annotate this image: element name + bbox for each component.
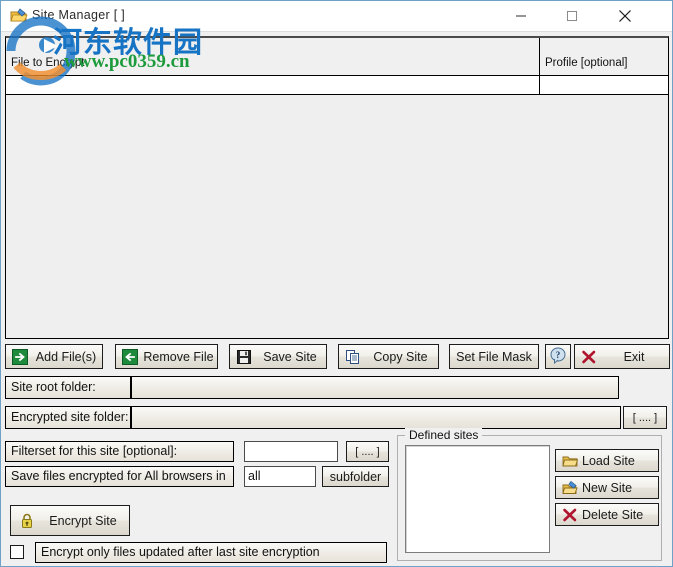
red-cross-icon [581, 349, 597, 365]
copy-site-button[interactable]: Copy Site [338, 344, 439, 369]
title-bar: Site Manager [ ] [1, 1, 672, 32]
load-site-label: Load Site [582, 453, 635, 468]
defined-sites-listbox[interactable] [405, 445, 550, 553]
column-header-file-to-encrypt[interactable]: File to Encrypt [6, 38, 539, 75]
row-column-divider [539, 76, 540, 94]
remove-file-button[interactable]: Remove File [115, 344, 218, 369]
file-list-empty-row[interactable] [6, 76, 668, 95]
minimize-icon [515, 15, 526, 16]
floppy-disk-icon [236, 349, 252, 365]
close-button[interactable] [602, 1, 647, 30]
filterset-label: Filterset for this site [optional]: [5, 441, 234, 462]
encrypt-site-button[interactable]: Encrypt Site [10, 505, 130, 536]
site-root-folder-label: Site root folder: [5, 376, 131, 399]
question-balloon-icon: ? [550, 347, 567, 367]
window-title: Site Manager [ ] [32, 8, 126, 22]
red-cross-icon [562, 507, 578, 523]
set-file-mask-button[interactable]: Set File Mask [449, 344, 539, 369]
browse-label: [ .... ] [355, 445, 380, 458]
load-site-button[interactable]: Load Site [555, 449, 659, 472]
delete-site-label: Delete Site [582, 507, 644, 522]
file-list-body[interactable] [6, 96, 668, 338]
folder-open-icon [562, 453, 579, 469]
maximize-icon [566, 10, 577, 21]
arrow-right-green-icon [12, 348, 28, 365]
minimize-button[interactable] [498, 1, 543, 30]
exit-button[interactable]: Exit [574, 344, 670, 369]
set-file-mask-label: Set File Mask [456, 349, 532, 364]
maximize-button[interactable] [549, 1, 594, 30]
browsers-subfolder-input[interactable]: all [244, 466, 316, 487]
close-icon [618, 9, 631, 22]
file-list[interactable]: File to Encrypt Profile [optional] [5, 36, 669, 339]
arrow-left-green-icon [122, 348, 138, 365]
save-for-browsers-label: Save files encrypted for All browsers in [5, 466, 234, 487]
encrypted-site-folder-label: Encrypted site folder: [5, 406, 131, 429]
browse-label: [ .... ] [632, 411, 658, 424]
site-root-folder-input[interactable] [131, 376, 619, 399]
new-site-label: New Site [582, 480, 633, 495]
subfolder-button[interactable]: subfolder [322, 466, 389, 487]
toolbar: Add File(s) Remove File Save Site Copy S… [1, 344, 673, 370]
delete-site-button[interactable]: Delete Site [555, 503, 659, 526]
save-site-button[interactable]: Save Site [229, 344, 327, 369]
exit-label: Exit [623, 349, 645, 364]
encrypt-site-label: Encrypt Site [49, 513, 117, 528]
site-manager-window: Site Manager [ ] File to Encrypt Profile… [0, 0, 673, 567]
remove-file-label: Remove File [143, 349, 214, 364]
encrypted-site-folder-browse-button[interactable]: [ .... ] [623, 406, 667, 429]
lock-icon [19, 513, 35, 529]
subfolder-label: subfolder [329, 469, 382, 484]
column-header-label: File to Encrypt [11, 57, 85, 69]
new-folder-pencil-icon [562, 480, 578, 496]
svg-text:?: ? [556, 350, 561, 360]
new-site-button[interactable]: New Site [555, 476, 659, 499]
help-button[interactable]: ? [545, 344, 571, 369]
encrypted-site-folder-input[interactable] [131, 406, 621, 429]
encrypt-updated-only-label: Encrypt only files updated after last si… [35, 542, 387, 563]
add-files-button[interactable]: Add File(s) [5, 344, 103, 369]
encrypt-updated-only-checkbox[interactable] [10, 545, 24, 559]
site-manager-icon [10, 7, 28, 25]
filterset-browse-button[interactable]: [ .... ] [346, 441, 389, 462]
file-list-header: File to Encrypt Profile [optional] [6, 38, 668, 76]
column-header-label: Profile [optional] [545, 57, 628, 69]
save-site-label: Save Site [263, 349, 317, 364]
column-header-profile[interactable]: Profile [optional] [539, 38, 668, 75]
add-files-label: Add File(s) [35, 349, 97, 364]
defined-sites-group-title: Defined sites [405, 428, 483, 442]
copy-site-label: Copy Site [373, 349, 428, 364]
filterset-input[interactable] [244, 441, 338, 462]
copy-pages-icon [345, 349, 361, 365]
